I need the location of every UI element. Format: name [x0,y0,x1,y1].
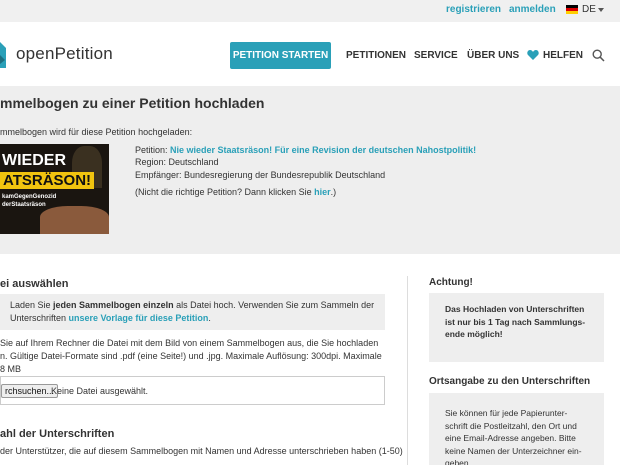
count-description: der Unterstützer, die auf diesem Sammelb… [0,446,403,456]
browse-button[interactable]: rchsuchen... [1,384,59,398]
petition-label: Petition: [135,145,171,155]
file-desc-line-2: n. Gültige Datei-Formate sind .pdf (eine… [0,351,382,361]
location-line-3: eine Email-Adresse angeben. Bitte [445,433,576,443]
notice-text-a: Laden Sie [10,300,54,310]
page-title: mmelbogen zu einer Petition hochladen [0,95,265,111]
start-petition-button[interactable]: PETITION STARTEN [230,42,331,69]
template-link[interactable]: unsere Vorlage für diese Petition [69,313,209,323]
location-line-5: geben. [445,458,471,465]
main-header: openPetition PETITION STARTEN PETITIONEN… [0,22,620,86]
recipient-text: Empfänger: Bundesregierung der Bundesrep… [135,170,386,180]
location-box: Sie können für jede Papierunter- schrift… [429,393,604,465]
region-text: Region: Deutschland [135,157,219,167]
nav-help[interactable]: HELFEN [543,50,583,61]
register-link[interactable]: registrieren [446,4,501,15]
thumbnail-hands [40,206,109,234]
thumbnail-text-2: ATSRÄSON! [0,172,95,189]
warning-line-3: ende möglich! [445,329,503,339]
location-line-4: keine Namen der Unterzeichner ein- [445,445,582,456]
location-line-2: schrift die Postleitzahl, den Ort und [445,420,577,431]
thumbnail-text-1: WIEDER [2,152,66,169]
file-section-heading: ei auswählen [0,278,69,290]
nav-service[interactable]: SERVICE [414,50,458,61]
search-icon[interactable] [592,49,605,62]
warning-box: Das Hochladen von Unterschriften ist nur… [429,293,604,362]
file-desc-line-3: 8 MB [0,364,22,374]
login-link[interactable]: anmelden [509,4,556,15]
count-section-heading: ahl der Unterschriften [0,428,115,440]
petition-link[interactable]: Nie wieder Staatsräson! Für eine Revisio… [170,145,476,155]
wrong-petition-prefix: (Nicht die richtige Petition? Dann klick… [135,187,315,197]
no-file-text: Keine Datei ausgewählt. [51,386,149,396]
language-selector[interactable]: DE [582,4,596,15]
top-bar: registrieren anmelden DE [0,0,620,22]
location-line-1: Sie können für jede Papierunter- [445,408,568,418]
heart-icon[interactable] [527,49,539,61]
petition-line: Petition: Nie wieder Staatsräson! Für ei… [135,145,476,155]
intro-text: mmelbogen wird für diese Petition hochge… [0,127,193,137]
file-description: Sie auf Ihrem Rechner die Datei mit dem … [0,337,385,376]
petition-thumbnail[interactable]: WIEDER ATSRÄSON! kamGegenGenozid derStaa… [0,144,109,234]
warning-line-2: ist nur bis 1 Tag nach Sammlungs- [445,316,586,327]
file-input[interactable]: rchsuchen... Keine Datei ausgewählt. [0,376,385,405]
logo-text[interactable]: openPetition [16,44,113,64]
warning-line-1: Das Hochladen von Unterschriften [445,304,585,314]
wrong-petition-link[interactable]: hier [314,187,331,197]
nav-about[interactable]: ÜBER UNS [467,50,519,61]
file-desc-line-1: Sie auf Ihrem Rechner die Datei mit dem … [0,338,379,348]
notice-text-c: Unterschriften [10,313,69,323]
wrong-petition-suffix: .) [330,187,337,197]
notice-text-d: . [208,313,211,323]
notice-bold: jeden Sammelbogen einzeln [53,300,174,310]
nav-petitions[interactable]: PETITIONEN [346,50,406,61]
wrong-petition-line: (Nicht die richtige Petition? Dann klick… [135,187,336,197]
chevron-down-icon[interactable] [598,8,604,12]
column-divider [407,276,408,465]
logo-icon[interactable] [0,42,8,68]
thumbnail-text-3: kamGegenGenozid [2,194,57,200]
thumbnail-text-4: derStaatsräson [2,202,46,208]
warning-heading: Achtung! [429,277,473,288]
location-heading: Ortsangabe zu den Unterschriften [429,376,591,387]
notice-text-b: als Datei hoch. Verwenden Sie zum Sammel… [173,300,375,310]
upload-notice: Laden Sie jeden Sammelbogen einzeln als … [0,294,385,330]
german-flag-icon[interactable] [566,5,578,14]
